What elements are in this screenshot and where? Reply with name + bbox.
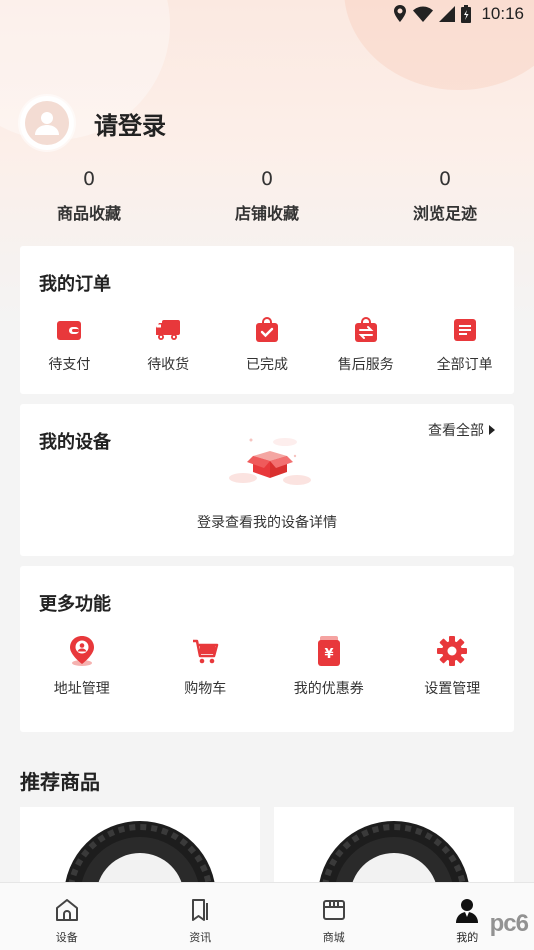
order-after-sales[interactable]: 售后服务 (316, 316, 415, 374)
stat-value: 0 (82, 168, 96, 190)
order-item-label: 全部订单 (436, 357, 493, 373)
order-item-label: 已完成 (245, 357, 288, 373)
tab-label: 商城 (322, 931, 345, 944)
user-icon (456, 899, 479, 923)
section-title: 我的设备 (39, 432, 111, 453)
battery-icon (461, 5, 472, 23)
stat-product-favorites[interactable]: 0 商品收藏 (0, 168, 178, 224)
location-pin-icon (69, 636, 94, 666)
watermark: pc6 (489, 910, 529, 937)
tab-label: 资讯 (189, 931, 212, 944)
cart-icon (193, 639, 219, 664)
bookmark-icon (192, 899, 209, 921)
tab-devices[interactable]: 设备 (0, 883, 134, 950)
order-item-label: 售后服务 (337, 357, 394, 373)
profile-header[interactable]: 请登录 (20, 96, 166, 150)
store-icon (322, 900, 345, 920)
user-avatar-icon (35, 112, 59, 135)
empty-box-illustration (229, 438, 311, 485)
feature-label: 我的优惠券 (293, 681, 364, 697)
wifi-icon (413, 6, 434, 22)
exchange-icon (354, 317, 377, 342)
recommended-title: 推荐商品 (20, 770, 100, 794)
stat-label: 浏览足迹 (412, 204, 477, 223)
feature-label: 设置管理 (424, 681, 481, 697)
stat-value: 0 (438, 168, 452, 190)
coupon-icon: ¥ (317, 636, 340, 666)
feature-settings[interactable]: 设置管理 (391, 634, 515, 698)
status-time: 10:16 (481, 4, 524, 23)
empty-device-text: 登录查看我的设备详情 (197, 515, 337, 531)
section-title: 我的订单 (39, 274, 111, 295)
list-icon (453, 319, 476, 341)
status-bar: 10:16 (0, 0, 534, 28)
gear-icon (437, 636, 468, 666)
tab-label: 我的 (456, 931, 479, 944)
home-icon (55, 899, 78, 921)
view-all-link[interactable]: 查看全部 (428, 420, 496, 440)
feature-coupons[interactable]: ¥ 我的优惠券 (267, 634, 391, 698)
order-all[interactable]: 全部订单 (415, 316, 514, 374)
tab-label: 设备 (55, 931, 78, 944)
bag-check-icon (255, 317, 278, 342)
stats-row: 0 商品收藏 0 店铺收藏 0 浏览足迹 (0, 168, 534, 224)
bottom-tab-bar: 设备 资讯 商城 我的 (0, 882, 534, 950)
feature-label: 地址管理 (53, 681, 110, 697)
order-pending-payment[interactable]: 待支付 (20, 316, 119, 374)
caret-right-icon (489, 425, 495, 435)
stat-label: 店铺收藏 (234, 204, 299, 223)
stat-value: 0 (260, 168, 274, 190)
order-shortcuts: 待支付 待收货 已完成 售后服务 全部订单 (20, 316, 514, 374)
order-pending-receipt[interactable]: 待收货 (119, 316, 218, 374)
svg-text:¥: ¥ (324, 647, 333, 662)
order-completed[interactable]: 已完成 (218, 316, 317, 374)
login-link[interactable]: 请登录 (94, 106, 166, 141)
view-all-label: 查看全部 (428, 423, 484, 439)
tab-news[interactable]: 资讯 (134, 883, 268, 950)
order-item-label: 待收货 (147, 357, 190, 373)
signal-icon (439, 6, 456, 22)
section-title: 更多功能 (39, 594, 111, 615)
truck-icon (156, 320, 181, 340)
order-item-label: 待支付 (48, 357, 91, 373)
my-devices-card: 我的设备 查看全部 登录查看我的设备详情 (20, 404, 514, 556)
stat-browse-history[interactable]: 0 浏览足迹 (356, 168, 534, 224)
tab-mall[interactable]: 商城 (267, 883, 401, 950)
feature-shortcuts: 地址管理 购物车 ¥ 我的优惠券 设置管理 (20, 634, 514, 698)
wallet-icon (57, 321, 82, 340)
avatar[interactable] (20, 96, 74, 150)
stat-shop-favorites[interactable]: 0 店铺收藏 (178, 168, 356, 224)
stat-label: 商品收藏 (56, 204, 121, 223)
location-status-icon (394, 5, 407, 22)
feature-label: 购物车 (184, 681, 227, 697)
feature-address[interactable]: 地址管理 (20, 634, 144, 698)
more-features-card: 更多功能 地址管理 购物车 ¥ 我的优惠券 设置管理 (20, 566, 514, 732)
my-orders-card: 我的订单 待支付 待收货 已完成 售后服务 全部订单 (20, 246, 514, 394)
feature-cart[interactable]: 购物车 (144, 634, 268, 698)
